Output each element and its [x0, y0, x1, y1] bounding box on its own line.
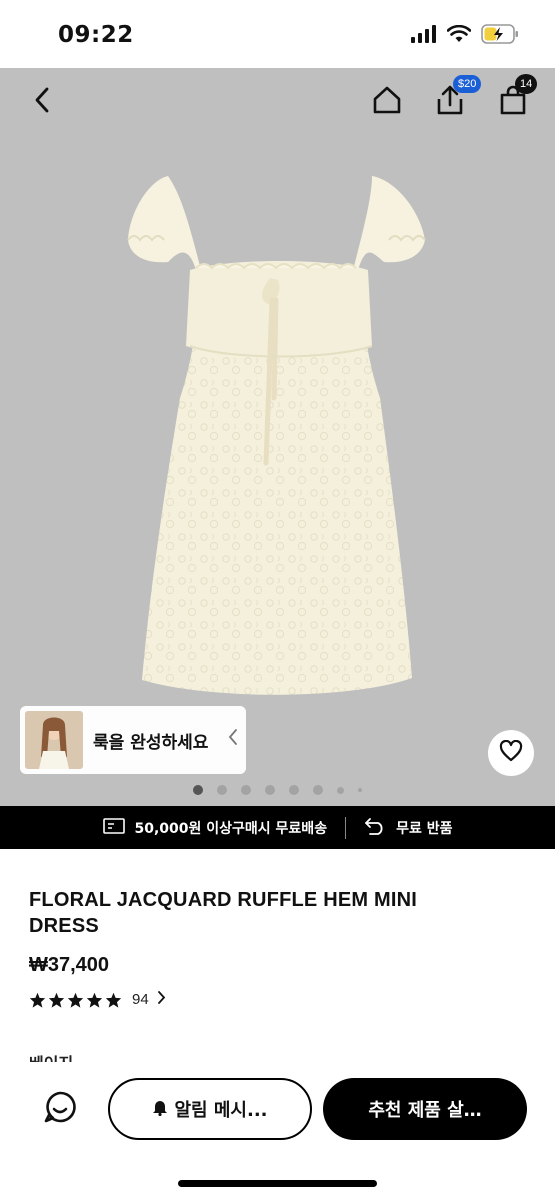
wifi-icon [446, 24, 472, 47]
status-icons [411, 24, 519, 48]
share-reward-badge: $20 [453, 75, 482, 93]
pagination-dot[interactable] [265, 785, 275, 795]
pagination-dot[interactable] [337, 786, 344, 794]
return-icon [364, 817, 386, 839]
shipping-icon [102, 817, 125, 838]
free-returns-text: 무료 반품 [396, 820, 453, 837]
cart-button[interactable]: 14 [491, 74, 538, 124]
shop-recommended-label: 추천 제품 살… [368, 1100, 482, 1121]
back-button[interactable] [20, 80, 64, 124]
review-count: 94 [132, 991, 149, 1008]
signal-icon [411, 25, 437, 47]
rating-summary[interactable]: 94 [29, 990, 166, 1009]
complete-the-look-label: 룩을 완성하세요 [93, 732, 209, 753]
rating-stars [29, 992, 122, 1008]
notify-me-label: 알림 메시... [174, 1100, 268, 1121]
pagination-dot[interactable] [241, 785, 251, 795]
star-icon [67, 992, 84, 1008]
chevron-left-icon [228, 728, 238, 750]
star-icon [86, 992, 103, 1008]
chevron-right-icon [157, 990, 166, 1009]
product-image [127, 176, 426, 695]
battery-icon [481, 24, 519, 48]
image-pagination-dots [0, 785, 555, 795]
cart-count-badge: 14 [515, 74, 538, 94]
free-shipping-info: 50,000원 이상구매시 무료배송 [102, 817, 328, 838]
shop-recommended-button[interactable]: 추천 제품 살… [323, 1078, 527, 1140]
share-button[interactable]: $20 [428, 75, 482, 124]
product-image-gallery[interactable]: $20 14 룩을 완성하세요 [0, 68, 555, 806]
home-icon [372, 86, 402, 118]
pagination-dot[interactable] [193, 785, 203, 795]
heart-icon [499, 739, 523, 766]
chat-icon [43, 1090, 77, 1128]
complete-the-look-card[interactable]: 룩을 완성하세요 [20, 706, 246, 774]
pagination-dot[interactable] [358, 788, 362, 792]
look-thumbnail [25, 711, 83, 769]
pagination-dot[interactable] [289, 785, 299, 795]
product-price: ₩37,400 [29, 954, 110, 976]
promo-divider [345, 816, 347, 839]
notify-me-button[interactable]: 알림 메시... [108, 1078, 312, 1140]
free-returns-info: 무료 반품 [364, 817, 452, 839]
status-bar: 09:22 [0, 0, 555, 68]
star-icon [105, 992, 122, 1008]
pagination-dot[interactable] [217, 785, 227, 795]
wishlist-button[interactable] [488, 730, 534, 776]
home-button[interactable] [365, 80, 409, 124]
product-title: FLORAL JACQUARD RUFFLE HEM MINI DRESS [29, 889, 418, 937]
star-icon [48, 992, 65, 1008]
free-shipping-text: 50,000원 이상구매시 무료배송 [134, 820, 328, 837]
star-icon [29, 992, 46, 1008]
status-time: 09:22 [58, 22, 134, 48]
chat-button[interactable] [38, 1087, 82, 1131]
bell-icon [152, 1098, 168, 1121]
promo-bar[interactable]: 50,000원 이상구매시 무료배송 무료 반품 [0, 806, 555, 849]
pagination-dot[interactable] [313, 785, 323, 795]
bottom-action-bar: 알림 메시... 추천 제품 살… [0, 1062, 555, 1200]
home-indicator[interactable] [178, 1180, 377, 1187]
chevron-left-icon [34, 87, 50, 117]
